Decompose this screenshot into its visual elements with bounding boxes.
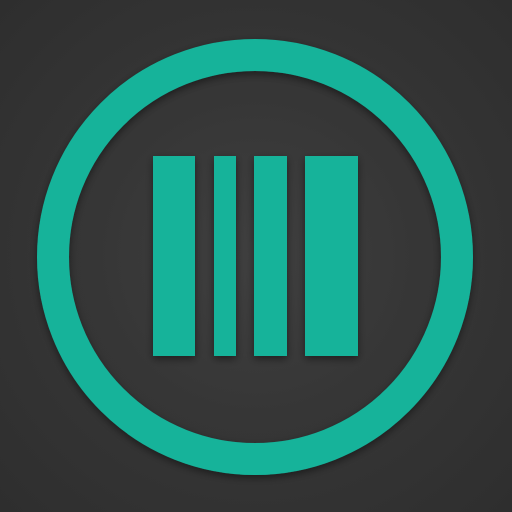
barcode-bar: [153, 156, 195, 356]
barcode-bars: [153, 156, 358, 356]
barcode-bar: [254, 156, 287, 356]
barcode-icon: [37, 39, 473, 475]
barcode-bar: [214, 156, 236, 356]
barcode-bar: [305, 156, 358, 356]
icon-artwork: [0, 0, 512, 512]
app-icon[interactable]: [0, 0, 512, 512]
